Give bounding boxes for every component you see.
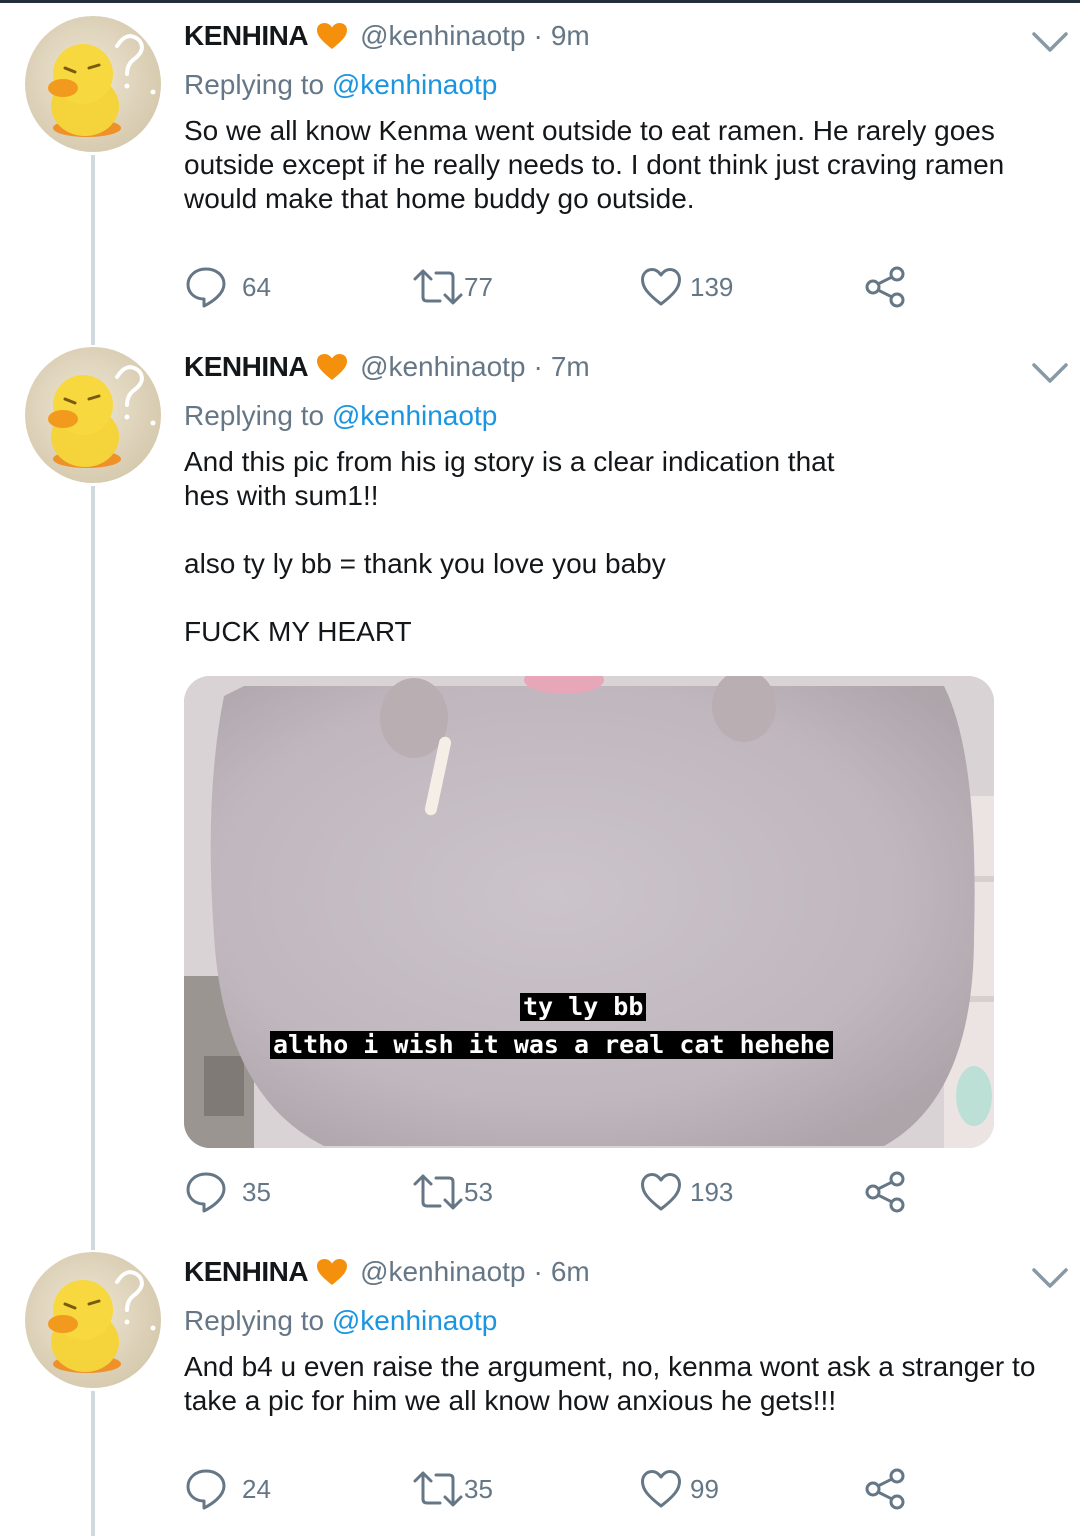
- separator: ·: [533, 20, 543, 51]
- tweet-content: KENHINA @kenhinaotp · 6m Replying to @ke…: [184, 1252, 1050, 1418]
- tweet-text: And this pic from his ig story is a clea…: [184, 446, 835, 647]
- tweet-photo[interactable]: ty ly bb altho i wish it was a real cat …: [184, 676, 994, 1148]
- tweet-header: KENHINA @kenhinaotp · 6m: [184, 1252, 1050, 1292]
- tweet-content: KENHINA @kenhinaotp · 7m Replying to @ke…: [184, 347, 1050, 649]
- reply-bubble-icon: [186, 267, 226, 308]
- photo-caption-line-2: altho i wish it was a real cat hehehe: [270, 1031, 833, 1059]
- heart-outline-icon: [641, 1470, 681, 1508]
- retweet-count: 77: [464, 271, 493, 302]
- tweet-actions: 24 35 99: [184, 1467, 944, 1511]
- tweet-text: So we all know Kenma went outside to eat…: [184, 115, 1013, 214]
- separator: ·: [533, 351, 543, 382]
- reply-count: 35: [242, 1176, 271, 1207]
- timestamp[interactable]: 9m: [551, 20, 590, 52]
- orange-heart-icon: [316, 22, 348, 50]
- replying-to-mention[interactable]: @kenhinaotp: [332, 1305, 497, 1336]
- retweet-icon: [413, 269, 463, 305]
- like-count: 193: [690, 1176, 734, 1207]
- replying-to-label: Replying to: [184, 400, 325, 431]
- share-icon: [865, 266, 905, 308]
- avatar[interactable]: [25, 347, 161, 483]
- retweet-count: 35: [464, 1473, 493, 1504]
- retweet-icon: [413, 1174, 463, 1210]
- like-count: 99: [690, 1473, 719, 1504]
- reply-button[interactable]: 24: [184, 1467, 271, 1511]
- separator: ·: [533, 1256, 543, 1287]
- plush-cat-photo: [184, 676, 994, 1148]
- avatar[interactable]: [25, 1252, 161, 1388]
- reply-bubble-icon: [186, 1172, 226, 1213]
- retweet-icon: [413, 1471, 463, 1507]
- reply-count: 64: [242, 271, 271, 302]
- replying-to-label: Replying to: [184, 69, 325, 100]
- tweet-actions: 35 53 193: [184, 1170, 944, 1214]
- chevron-down-icon[interactable]: [1030, 359, 1070, 387]
- retweet-count: 53: [464, 1176, 493, 1207]
- heart-outline-icon: [641, 268, 681, 306]
- orange-heart-icon: [316, 1258, 348, 1286]
- like-button[interactable]: 193: [640, 1170, 733, 1214]
- share-icon: [865, 1468, 905, 1510]
- tweet-header: KENHINA @kenhinaotp · 9m: [184, 16, 1050, 56]
- display-name[interactable]: KENHINA: [184, 20, 309, 52]
- orange-heart-icon: [316, 353, 348, 381]
- reply-button[interactable]: 35: [184, 1170, 271, 1214]
- share-button[interactable]: [864, 1467, 908, 1511]
- retweet-button[interactable]: 77: [412, 265, 493, 309]
- share-icon: [865, 1171, 905, 1213]
- avatar[interactable]: [25, 16, 161, 152]
- handle[interactable]: @kenhinaotp: [360, 351, 525, 383]
- chevron-down-icon[interactable]: [1030, 28, 1070, 56]
- display-name[interactable]: KENHINA: [184, 351, 309, 383]
- display-name[interactable]: KENHINA: [184, 1256, 309, 1288]
- replying-to: Replying to @kenhinaotp: [184, 1304, 1050, 1338]
- replying-to-mention[interactable]: @kenhinaotp: [332, 69, 497, 100]
- photo-caption-line-1: ty ly bb: [520, 993, 647, 1021]
- handle[interactable]: @kenhinaotp: [360, 1256, 525, 1288]
- tweet-content: KENHINA @kenhinaotp · 9m Replying to @ke…: [184, 16, 1050, 216]
- top-divider: [0, 0, 1080, 3]
- handle[interactable]: @kenhinaotp: [360, 20, 525, 52]
- share-button[interactable]: [864, 1170, 908, 1214]
- like-button[interactable]: 99: [640, 1467, 719, 1511]
- chevron-down-icon[interactable]: [1030, 1264, 1070, 1292]
- tweet-header: KENHINA @kenhinaotp · 7m: [184, 347, 1050, 387]
- replying-to: Replying to @kenhinaotp: [184, 399, 1050, 433]
- tweet-text: And b4 u even raise the argument, no, ke…: [184, 1351, 1044, 1416]
- heart-outline-icon: [641, 1173, 681, 1211]
- retweet-button[interactable]: 35: [412, 1467, 493, 1511]
- tweet-actions: 64 77 139: [184, 265, 944, 309]
- replying-to-label: Replying to: [184, 1305, 325, 1336]
- timestamp[interactable]: 6m: [551, 1256, 590, 1288]
- timestamp[interactable]: 7m: [551, 351, 590, 383]
- reply-bubble-icon: [186, 1469, 226, 1510]
- replying-to-mention[interactable]: @kenhinaotp: [332, 400, 497, 431]
- like-button[interactable]: 139: [640, 265, 733, 309]
- reply-button[interactable]: 64: [184, 265, 271, 309]
- share-button[interactable]: [864, 265, 908, 309]
- retweet-button[interactable]: 53: [412, 1170, 493, 1214]
- replying-to: Replying to @kenhinaotp: [184, 68, 1050, 102]
- like-count: 139: [690, 271, 734, 302]
- reply-count: 24: [242, 1473, 271, 1504]
